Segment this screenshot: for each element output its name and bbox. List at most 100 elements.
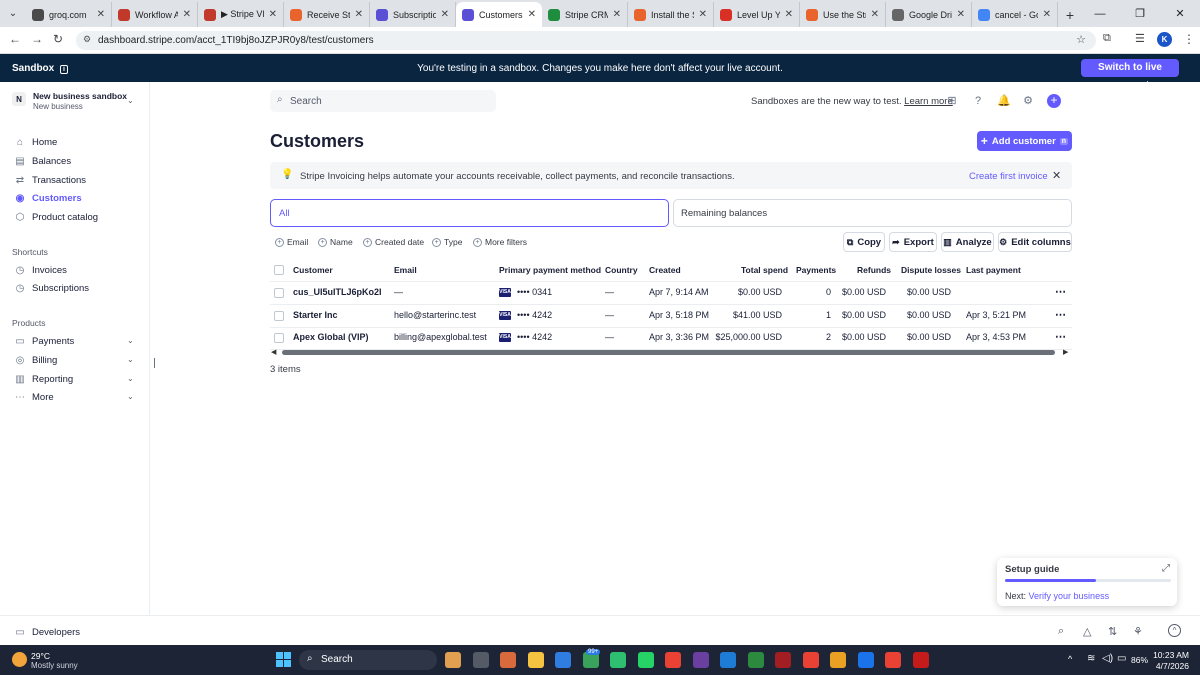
sidebar-item-product-catalog[interactable]: ⬡ Product catalog	[14, 211, 98, 223]
horizontal-scrollbar[interactable]	[282, 350, 1055, 355]
row-checkbox[interactable]	[274, 333, 284, 343]
expand-icon[interactable]: ⤢	[1162, 563, 1170, 574]
sidebar-item-customers[interactable]: ◉ Customers	[14, 192, 82, 204]
forward-icon[interactable]: →	[31, 32, 43, 46]
tab-close-icon[interactable]: ✕	[269, 9, 277, 20]
browser-tab[interactable]: Stripe CRM ✕	[542, 2, 628, 27]
browser-tab[interactable]: Subscription ✕	[370, 2, 456, 27]
column-header-country[interactable]: Country	[605, 265, 638, 275]
dismiss-banner-icon[interactable]: ✕	[1052, 169, 1061, 182]
sidebar-item-more[interactable]: ⋯ More	[14, 391, 54, 403]
copy-button[interactable]: ⧉ Copy	[843, 232, 885, 252]
browser-tab[interactable]: Level Up You ✕	[714, 2, 800, 27]
sidebar-item-home[interactable]: ⌂ Home	[14, 136, 57, 148]
payments-chevron-icon[interactable]: ⌄	[127, 336, 134, 345]
volume-icon[interactable]: ◁)	[1102, 653, 1113, 664]
site-info-icon[interactable]: ⚙	[83, 34, 91, 45]
tab-close-icon[interactable]: ✕	[613, 9, 621, 20]
tab-close-icon[interactable]: ✕	[785, 9, 793, 20]
browser-tab[interactable]: Receive Strip ✕	[284, 2, 370, 27]
battery-icon[interactable]: ▭	[1117, 653, 1126, 664]
xbox-icon[interactable]	[747, 652, 764, 668]
edit-columns-button[interactable]: ⚙ Edit columns	[998, 232, 1072, 252]
chrome-icon[interactable]	[830, 652, 846, 668]
whatsapp-icon[interactable]	[637, 652, 654, 668]
sidebar-item-reporting[interactable]: ▥ Reporting	[14, 373, 73, 385]
clock-date[interactable]: 4/7/2026	[1149, 661, 1189, 671]
row-actions-icon[interactable]: ⋯	[1055, 330, 1066, 343]
browser-tab[interactable]: groq.com ✕	[26, 2, 112, 27]
game-icon[interactable]	[775, 652, 791, 668]
column-header-refunds[interactable]: Refunds	[857, 265, 891, 275]
cell-customer[interactable]: Apex Global (VIP)	[293, 332, 369, 342]
bookmark-star-icon[interactable]: ☆	[1076, 33, 1086, 46]
sidebar-item-balances[interactable]: ▤ Balances	[14, 155, 71, 167]
folder-icon[interactable]	[527, 652, 544, 668]
binoculars-icon[interactable]: ⌕	[1058, 625, 1064, 638]
sidebar-item-invoices[interactable]: ◷ Invoices	[14, 264, 67, 276]
tab-close-icon[interactable]: ✕	[97, 9, 105, 20]
account-name[interactable]: New business sandbox	[33, 91, 127, 101]
add-customer-button[interactable]: + Add customer n	[977, 131, 1072, 151]
verify-business-link[interactable]: Verify your business	[1029, 591, 1110, 601]
sidebar-resize-handle[interactable]	[154, 358, 155, 368]
tab-close-icon[interactable]: ✕	[355, 9, 363, 20]
select-all-checkbox[interactable]	[274, 265, 284, 275]
browser-tab[interactable]: Google Drive ✕	[886, 2, 972, 27]
sidebar-item-subscriptions[interactable]: ◷ Subscriptions	[14, 282, 89, 294]
taskbar-search[interactable]: ⌕ Search	[299, 650, 437, 670]
create-plus-icon[interactable]: +	[1047, 94, 1061, 108]
wifi-icon[interactable]: ≋	[1087, 653, 1095, 664]
browser-tab[interactable]: cancel - Goo ✕	[972, 2, 1058, 27]
vscode-icon[interactable]	[720, 652, 736, 668]
row-actions-icon[interactable]: ⋯	[1055, 308, 1066, 321]
clock-time[interactable]: 10:23 AM	[1153, 650, 1189, 660]
cell-customer[interactable]: Starter Inc	[293, 310, 338, 320]
cell-customer[interactable]: cus_UI5uITLJ6pKo2I	[293, 287, 382, 297]
filter-created-date[interactable]: + Created date	[363, 237, 424, 247]
wps-icon[interactable]	[912, 652, 929, 668]
warning-icon[interactable]: △	[1083, 625, 1091, 638]
column-header-email[interactable]: Email	[394, 265, 417, 275]
whatsapp-badge-icon[interactable]	[610, 652, 626, 668]
tab-close-icon[interactable]: ✕	[871, 9, 879, 20]
filter-name[interactable]: + Name	[318, 237, 353, 247]
more-chevron-icon[interactable]: ⌄	[127, 392, 134, 401]
filter-type[interactable]: + Type	[432, 237, 462, 247]
close-window-icon[interactable]: ✕	[1160, 0, 1200, 27]
reporting-chevron-icon[interactable]: ⌄	[127, 374, 134, 383]
tab-close-icon[interactable]: ✕	[1043, 9, 1051, 20]
sidebar-item-billing[interactable]: ◎ Billing	[14, 354, 58, 366]
filter-more[interactable]: + More filters	[473, 237, 527, 247]
search-input[interactable]: ⌕ Search	[270, 90, 496, 112]
back-icon[interactable]: ←	[9, 32, 21, 46]
tab-close-icon[interactable]: ✕	[441, 9, 449, 20]
chrome-profile-icon[interactable]	[802, 652, 819, 668]
edge-browser-icon[interactable]	[555, 652, 571, 668]
weather-sun-icon[interactable]	[12, 652, 27, 667]
account-switcher-chevron-icon[interactable]: ⌄	[127, 96, 134, 105]
tab-close-icon[interactable]: ✕	[957, 9, 965, 20]
new-tab-button[interactable]: +	[1058, 2, 1082, 27]
url-field[interactable]: ⚙ dashboard.stripe.com/acct_1TI9bj8oJZPJ…	[76, 31, 1096, 50]
tab-close-icon[interactable]: ✕	[528, 9, 536, 20]
collapse-up-icon[interactable]: ^	[1168, 624, 1181, 637]
apps-icon[interactable]: ⊞	[946, 95, 958, 107]
reload-icon[interactable]: ↻	[53, 32, 63, 46]
workflow-icon[interactable]: ⚘	[1133, 625, 1143, 638]
browser-tab[interactable]: ▶ Stripe VIP ✕	[198, 2, 284, 27]
browser-tab[interactable]: Customers ✕	[456, 2, 542, 27]
app-icon[interactable]	[500, 652, 516, 668]
browser-menu-icon[interactable]: ⋮	[1183, 32, 1195, 46]
settings-gear-icon[interactable]: ⚙	[1022, 95, 1034, 107]
profile-avatar[interactable]: K	[1157, 32, 1172, 47]
export-button[interactable]: ➦ Export	[889, 232, 937, 252]
column-header-last-payment[interactable]: Last payment	[966, 265, 1021, 275]
column-header-created[interactable]: Created	[649, 265, 681, 275]
minimize-icon[interactable]: —	[1080, 0, 1120, 27]
column-header-customer[interactable]: Customer	[293, 265, 333, 275]
browser-tab[interactable]: Workflow Au ✕	[112, 2, 198, 27]
sidebar-item-payments[interactable]: ▭ Payments	[14, 335, 74, 347]
filter-email[interactable]: + Email	[275, 237, 308, 247]
restore-icon[interactable]: ❐	[1120, 0, 1160, 27]
